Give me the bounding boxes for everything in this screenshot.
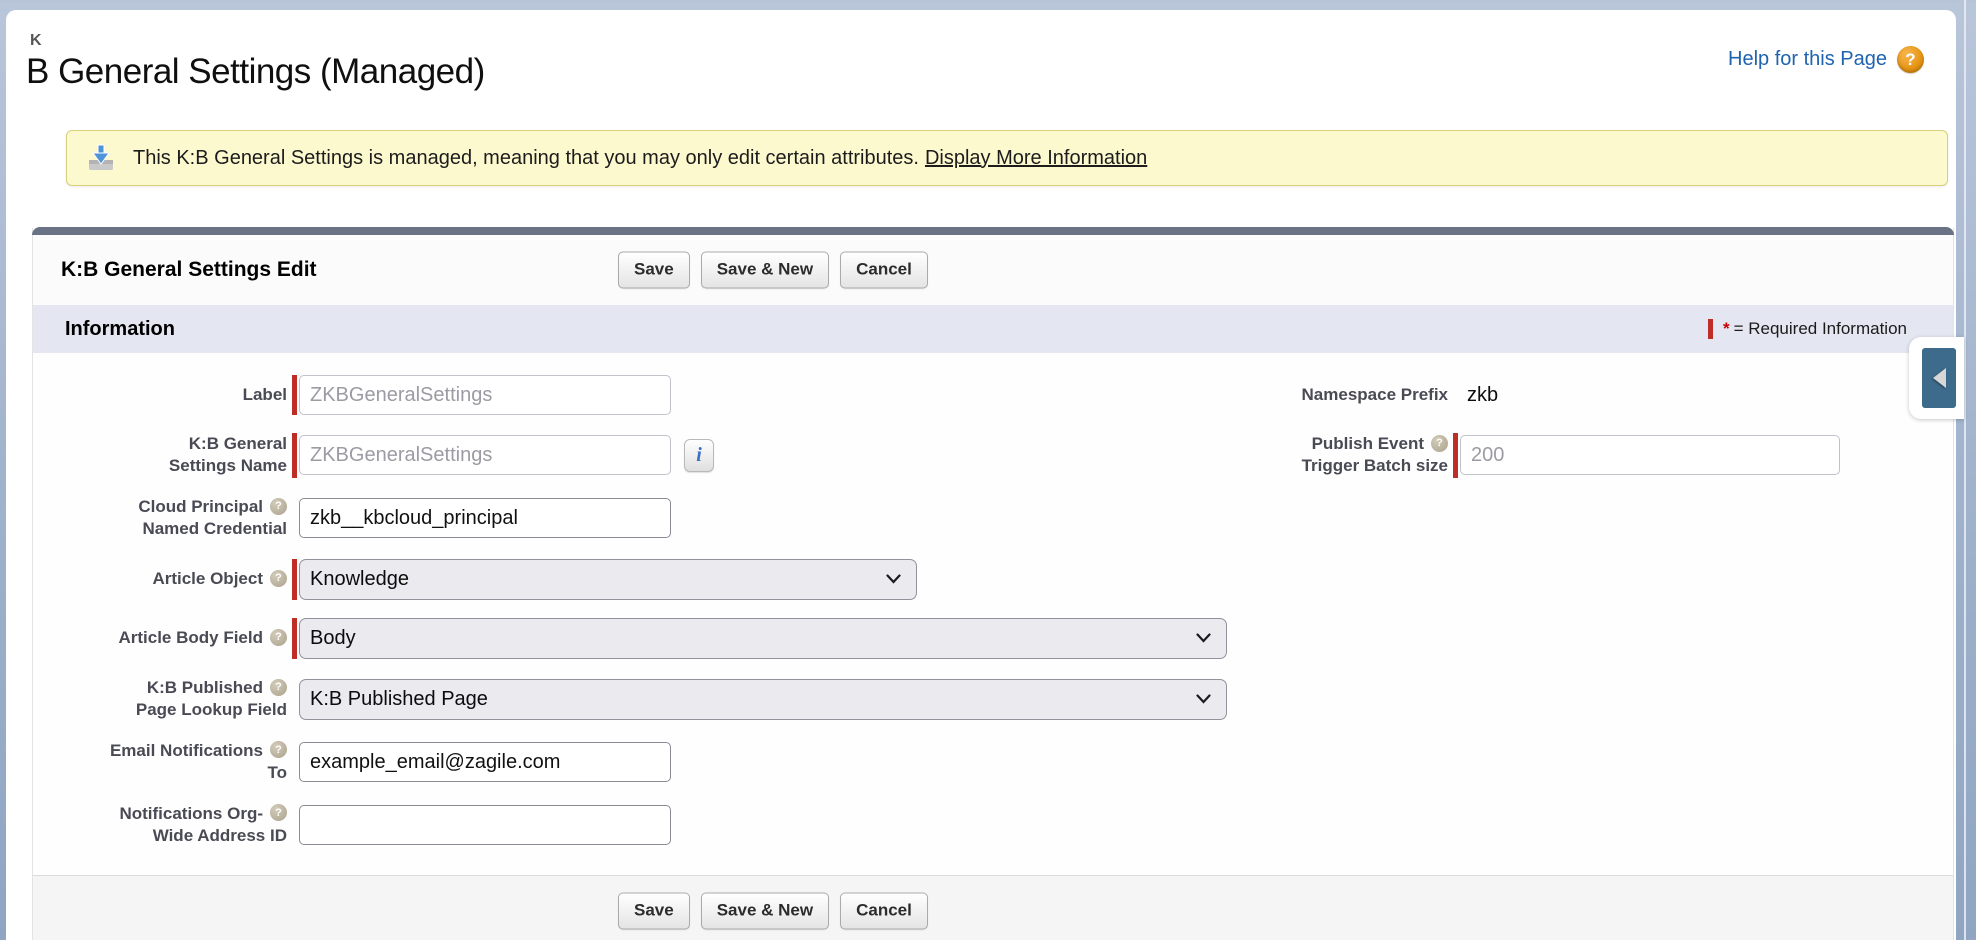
label-text: Namespace Prefix	[1302, 385, 1448, 404]
field-label: Namespace Prefix	[1223, 384, 1448, 406]
label-text: Page Lookup Field	[69, 699, 287, 721]
banner-text: This K:B General Settings is managed, me…	[133, 147, 919, 170]
page-edge-divider	[1964, 0, 1966, 940]
info-icon[interactable]: i	[684, 439, 714, 472]
field-label: Notifications Org-? Wide Address ID	[69, 803, 287, 848]
label-input[interactable]	[299, 375, 671, 415]
field-row-label: Label	[69, 375, 1227, 415]
managed-package-banner: This K:B General Settings is managed, me…	[66, 130, 1948, 186]
field-row-email-notifications: Email Notifications? To	[69, 740, 1227, 785]
required-bar	[1453, 433, 1458, 478]
required-bar-sample	[1708, 319, 1713, 339]
required-bar	[292, 559, 297, 600]
field-label: Article Body Field?	[69, 627, 287, 649]
field-label: Cloud Principal? Named Credential	[69, 496, 287, 541]
label-text: Article Body Field	[118, 628, 263, 647]
namespace-prefix-value: zkb	[1467, 384, 1498, 407]
help-icon[interactable]: ?	[270, 804, 287, 821]
help-icon[interactable]: ?	[1431, 435, 1448, 452]
label-text: Article Object	[152, 569, 263, 588]
required-bar	[292, 433, 297, 478]
label-text: Cloud Principal	[138, 497, 263, 516]
published-page-lookup-select[interactable]: K:B Published Page	[299, 679, 1227, 720]
field-label: Email Notifications? To	[69, 740, 287, 785]
org-wide-address-input[interactable]	[299, 805, 671, 845]
field-row-article-object: Article Object? Knowledge	[69, 559, 1227, 600]
package-install-icon	[85, 142, 117, 174]
help-icon[interactable]: ?	[270, 741, 287, 758]
field-label: K:B Published? Page Lookup Field	[69, 677, 287, 722]
label-text: Named Credential	[69, 518, 287, 540]
panel-top-bar	[32, 227, 1954, 235]
form-left-column: Label K:B General Settings Name i	[69, 375, 1227, 865]
panel-header: K:B General Settings Edit Save Save & Ne…	[33, 235, 1953, 305]
field-label: K:B General Settings Name	[69, 433, 287, 478]
sidebar-collapse-container	[1909, 337, 1964, 419]
save-and-new-button-bottom[interactable]: Save & New	[701, 892, 829, 929]
field-row-batch-size: Publish Event? Trigger Batch size	[1223, 433, 1840, 478]
label-text: Wide Address ID	[69, 825, 287, 847]
save-and-new-button[interactable]: Save & New	[701, 252, 829, 289]
required-bar-placeholder	[292, 677, 297, 722]
required-star: *	[1723, 319, 1730, 339]
label-text: K:B General	[189, 434, 287, 453]
field-label: Article Object?	[69, 568, 287, 590]
cancel-button[interactable]: Cancel	[840, 252, 928, 289]
field-row-article-body-field: Article Body Field? Body	[69, 618, 1227, 659]
save-button[interactable]: Save	[618, 252, 690, 289]
help-icon[interactable]: ?	[270, 570, 287, 587]
field-row-published-page-lookup: K:B Published? Page Lookup Field K:B Pub…	[69, 677, 1227, 722]
article-object-select[interactable]: Knowledge	[299, 559, 917, 600]
sidebar-collapse-tab[interactable]	[1922, 348, 1956, 408]
help-area: Help for this Page ?	[1728, 46, 1924, 73]
required-bar	[292, 375, 297, 415]
page-card: K B General Settings (Managed) Help for …	[6, 10, 1956, 940]
help-icon[interactable]: ?	[270, 629, 287, 646]
help-question-icon[interactable]: ?	[1897, 46, 1924, 73]
label-text: Notifications Org-	[119, 804, 263, 823]
help-icon[interactable]: ?	[270, 679, 287, 696]
top-button-row: Save Save & New Cancel	[618, 252, 928, 289]
settings-name-input[interactable]	[299, 435, 671, 475]
label-text: To	[69, 762, 287, 784]
edit-panel: K:B General Settings Edit Save Save & Ne…	[32, 228, 1954, 940]
bottom-button-row: Save Save & New Cancel	[618, 892, 928, 929]
field-row-settings-name: K:B General Settings Name i	[69, 433, 1227, 478]
required-legend: * = Required Information	[1708, 319, 1907, 339]
cancel-button-bottom[interactable]: Cancel	[840, 892, 928, 929]
form-area: Label K:B General Settings Name i	[33, 353, 1953, 875]
required-bar-placeholder	[292, 803, 297, 848]
field-row-org-wide-address: Notifications Org-? Wide Address ID	[69, 803, 1227, 848]
field-label: Publish Event? Trigger Batch size	[1223, 433, 1448, 478]
required-bar-placeholder	[292, 496, 297, 541]
page-title: B General Settings (Managed)	[26, 52, 485, 92]
object-type-label: K	[30, 32, 42, 50]
label-text: Trigger Batch size	[1223, 455, 1448, 477]
field-row-namespace-prefix: Namespace Prefix zkb	[1223, 375, 1840, 415]
field-row-named-credential: Cloud Principal? Named Credential	[69, 496, 1227, 541]
help-link[interactable]: Help for this Page	[1728, 48, 1887, 71]
section-title: Information	[65, 318, 175, 341]
article-body-field-select[interactable]: Body	[299, 618, 1227, 659]
email-notifications-input[interactable]	[299, 742, 671, 782]
label-text: Settings Name	[69, 455, 287, 477]
save-button-bottom[interactable]: Save	[618, 892, 690, 929]
display-more-information-link[interactable]: Display More Information	[925, 147, 1147, 170]
label-text: Label	[243, 385, 287, 404]
label-text: Email Notifications	[110, 741, 263, 760]
label-text: Publish Event	[1312, 434, 1424, 453]
label-text: K:B Published	[147, 678, 263, 697]
field-label: Label	[69, 384, 287, 406]
chevron-left-icon	[1933, 368, 1946, 388]
form-right-column: Namespace Prefix zkb Publish Event? Trig…	[1223, 375, 1840, 496]
required-bar	[292, 618, 297, 659]
information-section-header: Information * = Required Information	[33, 305, 1953, 353]
required-bar-placeholder	[292, 740, 297, 785]
named-credential-input[interactable]	[299, 498, 671, 538]
batch-size-input[interactable]	[1460, 435, 1840, 475]
required-note: = Required Information	[1734, 319, 1907, 339]
help-icon[interactable]: ?	[270, 498, 287, 515]
panel-title: K:B General Settings Edit	[61, 258, 317, 282]
panel-footer: Save Save & New Cancel	[33, 875, 1953, 940]
